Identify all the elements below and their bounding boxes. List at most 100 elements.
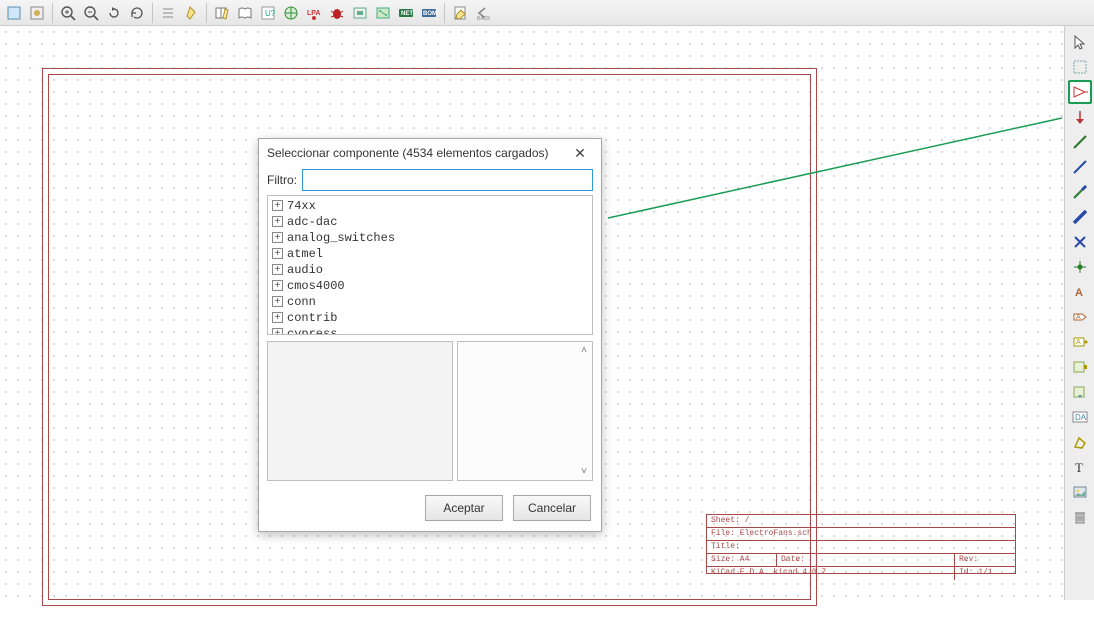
- image-icon[interactable]: [1068, 480, 1092, 504]
- tb-rev: Rev:: [955, 554, 1015, 566]
- dialog-titlebar[interactable]: Seleccionar componente (4534 elementos c…: [259, 139, 601, 167]
- back-icon[interactable]: BACK: [472, 2, 494, 24]
- filter-label: Filtro:: [267, 173, 297, 187]
- list-icon[interactable]: [157, 2, 179, 24]
- expand-icon[interactable]: +: [272, 280, 283, 291]
- select-icon[interactable]: [1068, 55, 1092, 79]
- tb-title: Title:: [707, 541, 1015, 553]
- da-icon[interactable]: DA: [1068, 405, 1092, 429]
- expand-icon[interactable]: +: [272, 248, 283, 259]
- tb-tool: KiCad E.D.A. kicad 4.0.7: [707, 567, 955, 580]
- delete-icon[interactable]: [1068, 505, 1092, 529]
- library-icon[interactable]: [211, 2, 233, 24]
- select-component-dialog: Seleccionar componente (4534 elementos c…: [258, 138, 602, 532]
- tree-item-label: analog_switches: [287, 231, 395, 245]
- tree-item[interactable]: + audio: [270, 262, 590, 278]
- svg-text:NET: NET: [401, 11, 413, 17]
- svg-text:DA: DA: [1075, 413, 1087, 422]
- cvpcb-icon[interactable]: [349, 2, 371, 24]
- title-block: Sheet: / File: ElectroFans.sch Title: Si…: [706, 514, 1016, 574]
- zoom-in-icon[interactable]: [57, 2, 79, 24]
- tb-file: File: ElectroFans.sch: [707, 528, 1015, 540]
- expand-icon[interactable]: +: [272, 264, 283, 275]
- annotate-icon[interactable]: U?: [257, 2, 279, 24]
- close-icon[interactable]: ✕: [567, 142, 593, 164]
- tree-item[interactable]: + conn: [270, 294, 590, 310]
- preview-panel-right: ˄ ˅: [457, 341, 593, 481]
- svg-text:BOM: BOM: [423, 11, 437, 17]
- tree-item-label: contrib: [287, 311, 337, 325]
- bus-icon[interactable]: [1068, 205, 1092, 229]
- bug-icon[interactable]: [326, 2, 348, 24]
- junction-icon[interactable]: [1068, 255, 1092, 279]
- chevron-down-icon[interactable]: ˅: [581, 466, 587, 477]
- expand-icon[interactable]: +: [272, 216, 283, 227]
- tree-item[interactable]: + analog_switches: [270, 230, 590, 246]
- view-icon[interactable]: [26, 2, 48, 24]
- place-component-icon[interactable]: [1068, 80, 1092, 104]
- filter-input[interactable]: [302, 169, 593, 191]
- hier-label-icon[interactable]: A: [1068, 330, 1092, 354]
- svg-text:T: T: [1075, 460, 1083, 475]
- right-toolbar: A A A DA T: [1064, 26, 1094, 600]
- tree-item[interactable]: + atmel: [270, 246, 590, 262]
- expand-icon[interactable]: +: [272, 232, 283, 243]
- tree-item-label: atmel: [287, 247, 323, 261]
- tree-item[interactable]: +74xx: [270, 198, 590, 214]
- chevron-up-icon[interactable]: ˄: [581, 345, 587, 356]
- schematic-canvas-area: Sheet: / File: ElectroFans.sch Title: Si…: [0, 26, 1064, 600]
- zoom-out-icon[interactable]: [80, 2, 102, 24]
- svg-text:A: A: [1076, 339, 1081, 346]
- book-icon[interactable]: [234, 2, 256, 24]
- tree-item-label: adc-dac: [287, 215, 337, 229]
- net-icon[interactable]: NET: [395, 2, 417, 24]
- import-pin-icon[interactable]: [1068, 380, 1092, 404]
- top-toolbar: U? LPA NET BOM BACK: [0, 0, 1094, 26]
- tree-item[interactable]: + cypress: [270, 326, 590, 335]
- text-icon[interactable]: T: [1068, 455, 1092, 479]
- tree-item[interactable]: + adc-dac: [270, 214, 590, 230]
- svg-text:LPA: LPA: [307, 10, 320, 17]
- dialog-title-text: Seleccionar componente (4534 elementos c…: [267, 146, 567, 160]
- pcbnew-icon[interactable]: [372, 2, 394, 24]
- bom-icon[interactable]: BOM: [418, 2, 440, 24]
- tb-size: Size: A4: [707, 554, 777, 566]
- label-icon[interactable]: A: [1068, 280, 1092, 304]
- line-icon[interactable]: [1068, 155, 1092, 179]
- no-connect-icon[interactable]: [1068, 230, 1092, 254]
- svg-text:U?: U?: [265, 9, 276, 18]
- svg-text:A: A: [1076, 314, 1081, 321]
- tree-item-label: cmos4000: [287, 279, 345, 293]
- expand-icon[interactable]: +: [272, 200, 283, 211]
- globe-icon[interactable]: [280, 2, 302, 24]
- note-icon[interactable]: [180, 2, 202, 24]
- tree-item-label: conn: [287, 295, 316, 309]
- svg-text:A: A: [1075, 287, 1083, 299]
- component-tree[interactable]: +74xx+adc-dac+analog_switches+atmel+audi…: [267, 195, 593, 335]
- tree-item[interactable]: + contrib: [270, 310, 590, 326]
- edit-icon[interactable]: [449, 2, 471, 24]
- cursor-icon[interactable]: [1068, 30, 1092, 54]
- tree-item-label: cypress: [287, 327, 337, 335]
- accept-button[interactable]: Aceptar: [425, 495, 503, 521]
- tb-date: Date:: [777, 554, 955, 566]
- tree-item-label: 74xx: [287, 199, 316, 213]
- expand-icon[interactable]: +: [272, 312, 283, 323]
- sheet-pin-icon[interactable]: [1068, 355, 1092, 379]
- wire-icon[interactable]: [1068, 130, 1092, 154]
- svg-text:BACK: BACK: [477, 16, 491, 21]
- tree-item-label: audio: [287, 263, 323, 277]
- preview-panel-left: [267, 341, 453, 481]
- poly-icon[interactable]: [1068, 430, 1092, 454]
- tree-item[interactable]: + cmos4000: [270, 278, 590, 294]
- power-port-icon[interactable]: [1068, 105, 1092, 129]
- refresh-icon[interactable]: [126, 2, 148, 24]
- sheet-icon[interactable]: [3, 2, 25, 24]
- expand-icon[interactable]: +: [272, 296, 283, 307]
- global-label-icon[interactable]: A: [1068, 305, 1092, 329]
- redo-icon[interactable]: [103, 2, 125, 24]
- expand-icon[interactable]: +: [272, 328, 283, 335]
- lpa-icon[interactable]: LPA: [303, 2, 325, 24]
- cancel-button[interactable]: Cancelar: [513, 495, 591, 521]
- bus-entry-icon[interactable]: [1068, 180, 1092, 204]
